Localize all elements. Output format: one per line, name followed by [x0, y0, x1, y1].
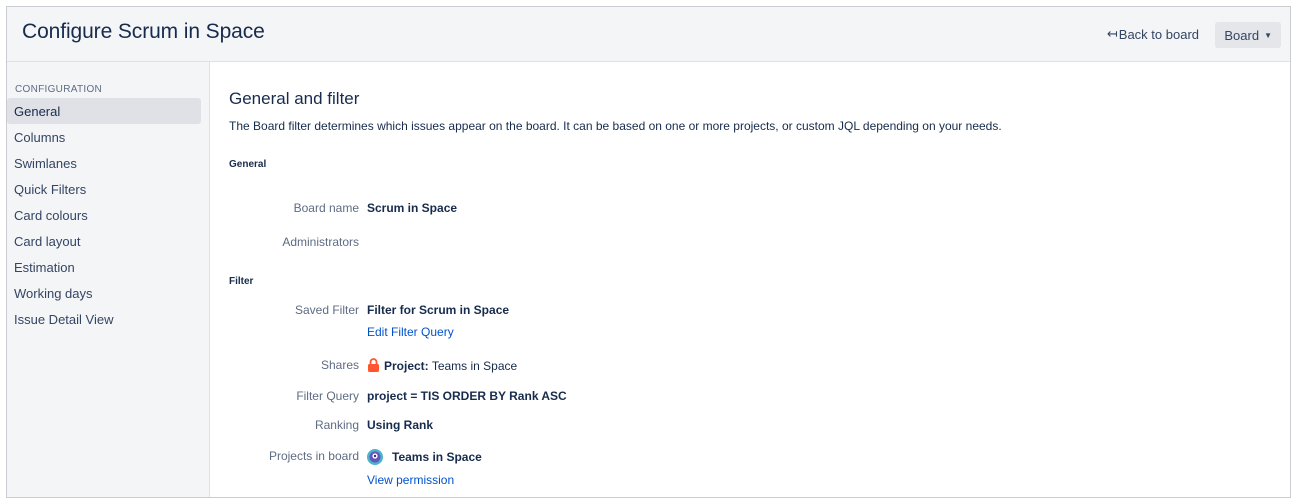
- ranking-value: Using Rank: [367, 418, 434, 432]
- back-to-board-label: Back to board: [1118, 26, 1199, 42]
- projects-label: Projects in board: [268, 449, 359, 463]
- sidebar-item-general[interactable]: General: [7, 98, 201, 124]
- sidebar-item-quick-filters[interactable]: Quick Filters: [7, 176, 201, 202]
- caret-down-icon: ▼: [1264, 30, 1272, 40]
- app-window: Configure Scrum in Space ↤ Back to board…: [6, 6, 1291, 498]
- header: Configure Scrum in Space ↤ Back to board…: [7, 7, 1290, 62]
- sidebar-item-columns[interactable]: Columns: [7, 124, 201, 150]
- shares-label: Shares: [320, 358, 359, 372]
- filter-heading: Filter: [229, 276, 254, 287]
- shares-value-group: Project: Teams in Space: [367, 358, 517, 373]
- administrators-label: Administrators: [282, 235, 359, 249]
- sidebar-item-swimlanes[interactable]: Swimlanes: [7, 150, 201, 176]
- back-to-board-link[interactable]: ↤ Back to board: [1107, 26, 1199, 42]
- edit-filter-query-link[interactable]: Edit Filter Query: [367, 325, 509, 339]
- sidebar-item-estimation[interactable]: Estimation: [7, 254, 201, 280]
- project-avatar-icon: [367, 449, 383, 465]
- sidebar-heading: CONFIGURATION: [15, 84, 103, 95]
- ranking-label: Ranking: [314, 418, 359, 432]
- filter-query-value: project = TIS ORDER BY Rank ASC: [367, 389, 567, 403]
- saved-filter-label: Saved Filter: [294, 303, 359, 317]
- project-name[interactable]: Teams in Space: [392, 450, 482, 464]
- saved-filter-value: Filter for Scrum in Space: [367, 303, 510, 317]
- board-button-label: Board: [1224, 27, 1260, 43]
- board-dropdown-button[interactable]: Board ▼: [1215, 22, 1281, 48]
- view-permission-link[interactable]: View permission: [367, 473, 482, 487]
- shares-project: Teams in Space: [431, 359, 518, 373]
- projects-value-group: Teams in Space View permission: [367, 449, 482, 487]
- lock-icon: [368, 358, 379, 372]
- saved-filter-value-group: Filter for Scrum in Space Edit Filter Qu…: [367, 303, 509, 339]
- board-name-label: Board name: [293, 201, 359, 215]
- section-title: General and filter: [229, 89, 360, 108]
- main-content: General and filter The Board filter dete…: [229, 62, 1290, 497]
- filter-query-label: Filter Query: [296, 389, 359, 403]
- sidebar-nav: General Columns Swimlanes Quick Filters …: [7, 98, 210, 332]
- section-description: The Board filter determines which issues…: [229, 119, 1002, 133]
- left-arrow-icon: ↤: [1106, 26, 1118, 41]
- shares-prefix: Project:: [384, 359, 429, 373]
- page-title: Configure Scrum in Space: [22, 20, 265, 43]
- general-heading: General: [229, 159, 267, 170]
- board-name-value: Scrum in Space: [367, 201, 458, 215]
